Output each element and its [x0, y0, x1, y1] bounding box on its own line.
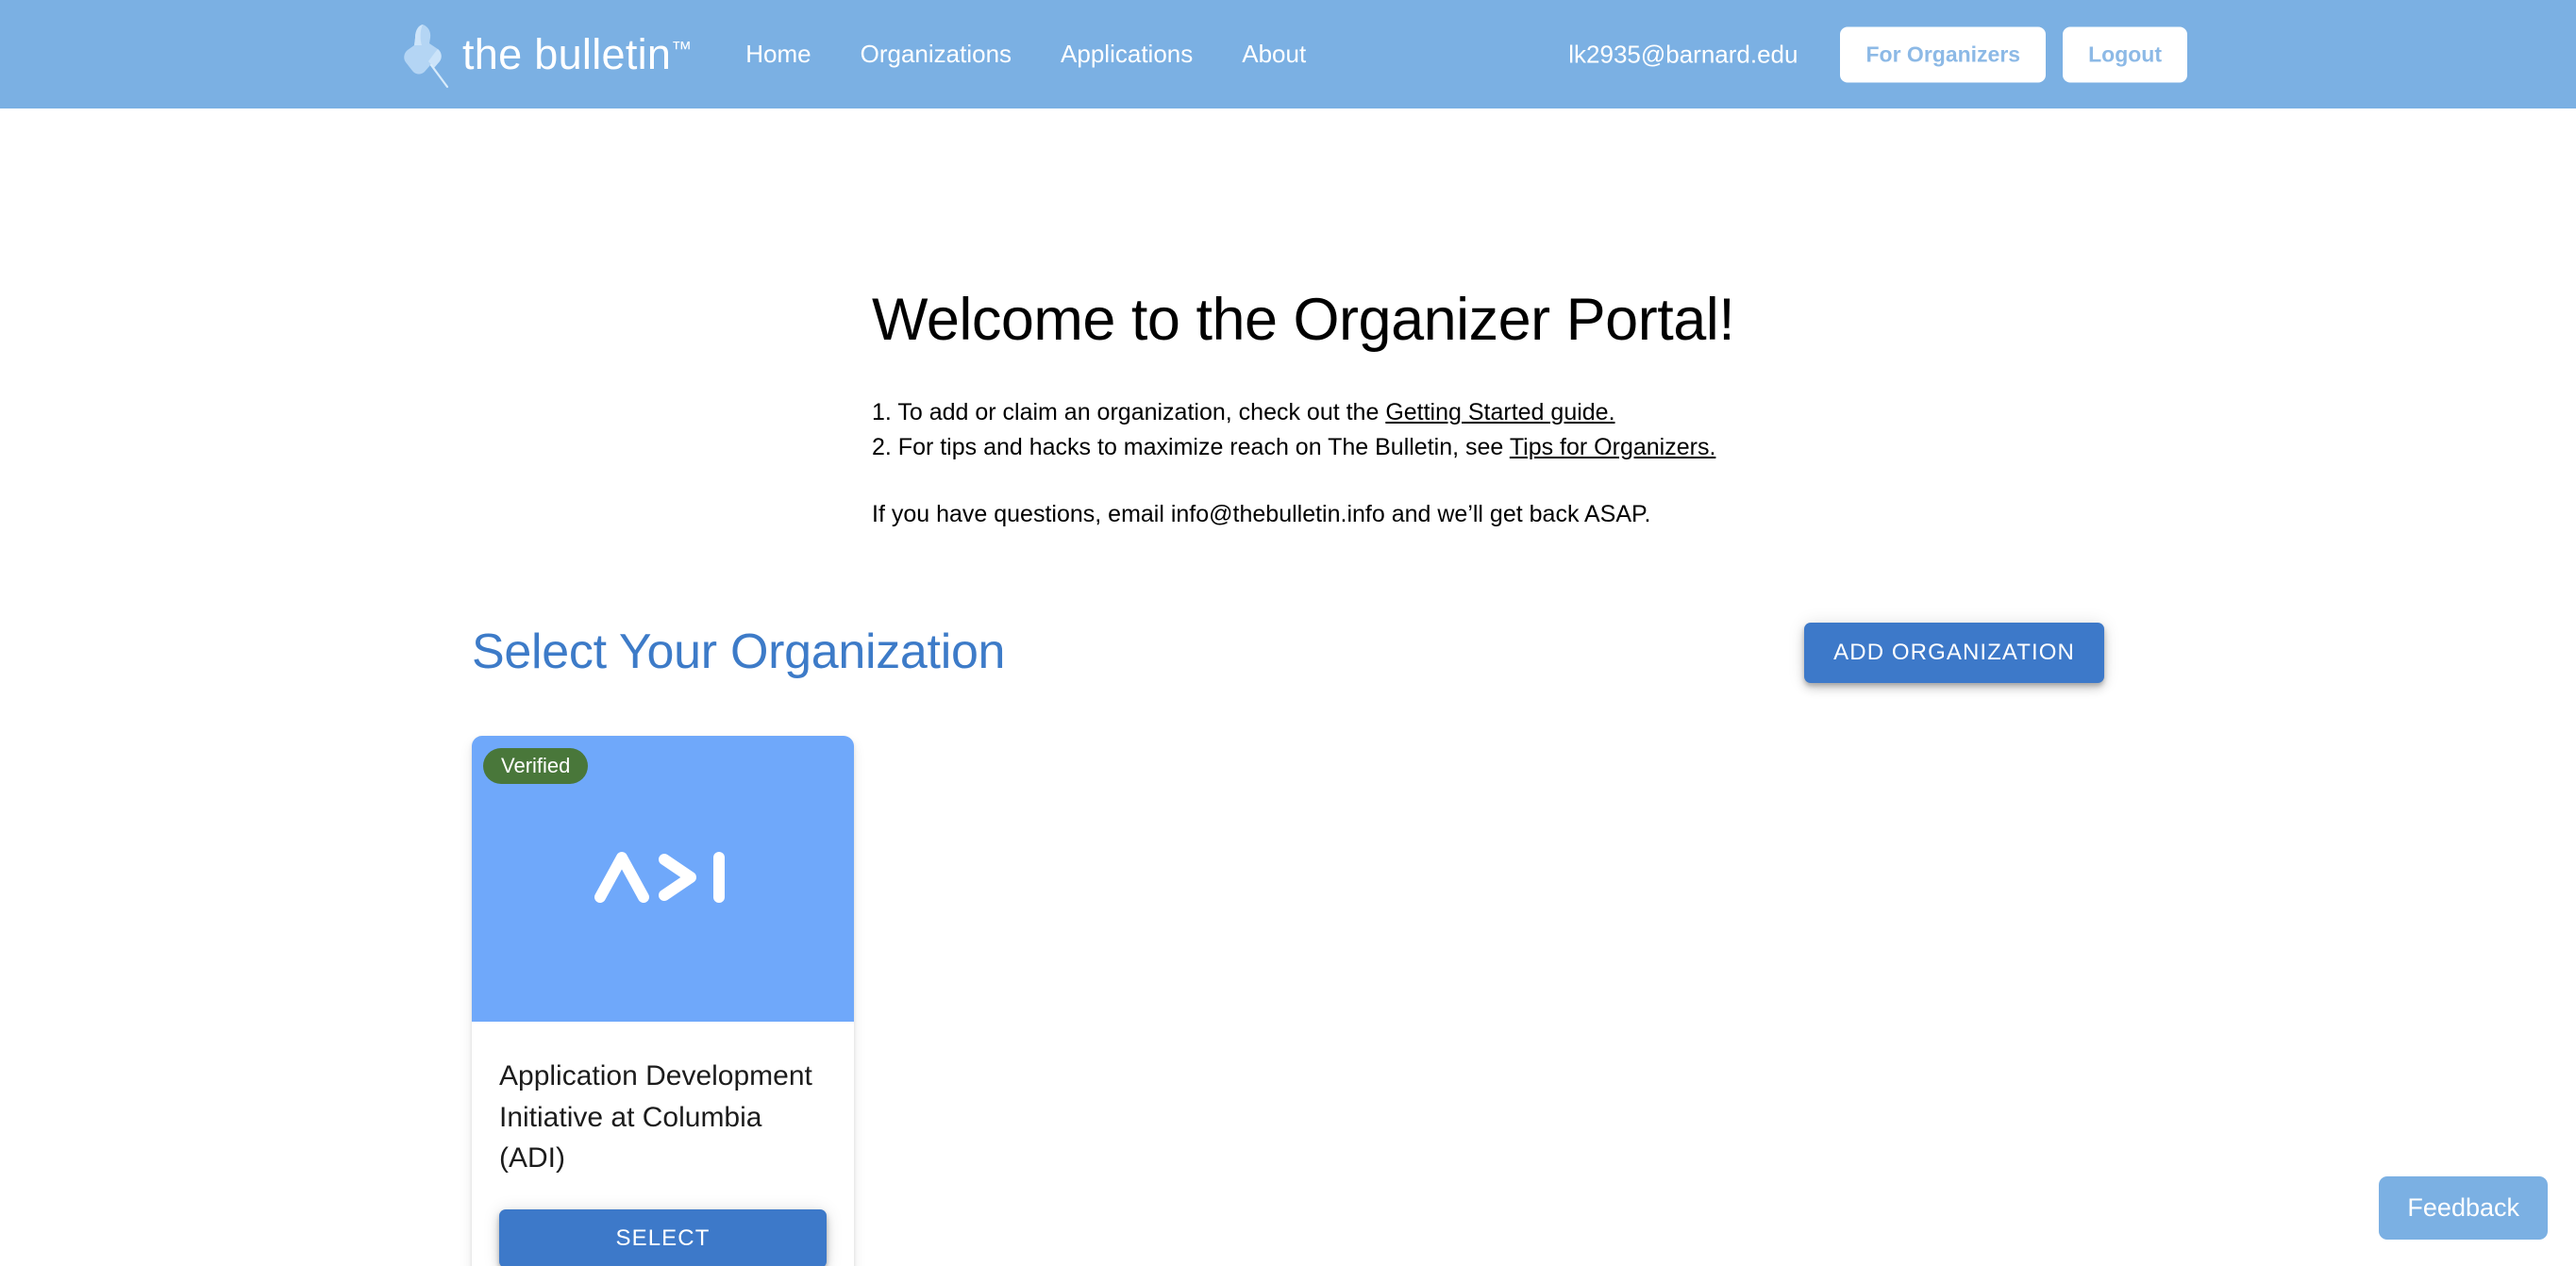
organization-card-body: Application Development Initiative at Co…: [472, 1022, 854, 1266]
feedback-button[interactable]: Feedback: [2379, 1176, 2548, 1240]
tips-for-organizers-link[interactable]: Tips for Organizers.: [1510, 434, 1716, 460]
contact-note: If you have questions, email info@thebul…: [872, 500, 1651, 527]
getting-started-guide-link[interactable]: Getting Started guide.: [1385, 399, 1614, 425]
nav-item-home[interactable]: Home: [745, 34, 811, 75]
instruction-item-1: 1. To add or claim an organization, chec…: [872, 395, 2099, 429]
logout-button[interactable]: Logout: [2063, 26, 2187, 82]
organization-card-grid: Verified Application Development Initiat…: [472, 736, 854, 1266]
organizations-section-header: Select Your Organization ADD ORGANIZATIO…: [472, 623, 2104, 683]
organization-name: Application Development Initiative at Co…: [499, 1060, 812, 1174]
add-organization-button[interactable]: ADD ORGANIZATION: [1804, 623, 2104, 683]
adi-logo-icon: [593, 846, 734, 911]
nav-item-about[interactable]: About: [1242, 34, 1306, 75]
nav-item-applications[interactable]: Applications: [1061, 34, 1193, 75]
instruction-item-2: 2. For tips and hacks to maximize reach …: [872, 430, 2099, 464]
select-organization-heading: Select Your Organization: [472, 625, 1006, 680]
status-badge-verified: Verified: [483, 748, 589, 784]
for-organizers-button[interactable]: For Organizers: [1840, 26, 2047, 82]
select-organization-button[interactable]: SELECT: [499, 1208, 827, 1266]
organization-card[interactable]: Verified Application Development Initiat…: [472, 736, 854, 1266]
navbar-right-cluster: lk2935@barnard.edu For Organizers Logout: [1568, 26, 2187, 82]
nav-item-organizations[interactable]: Organizations: [861, 34, 1012, 75]
trademark-symbol: ™: [671, 37, 693, 60]
page-content: Welcome to the Organizer Portal! 1. To a…: [0, 108, 2576, 1266]
user-email-label: lk2935@barnard.edu: [1568, 40, 1798, 68]
pushpin-icon: [394, 21, 453, 89]
intro-block: Welcome to the Organizer Portal! 1. To a…: [872, 287, 2099, 531]
instruction-1-text: 1. To add or claim an organization, chec…: [872, 399, 1386, 426]
primary-nav: Home Organizations Applications About: [745, 34, 1306, 75]
brand-logo-link[interactable]: the bulletin™: [394, 21, 692, 89]
intro-spacer: [872, 464, 2099, 497]
page-title: Welcome to the Organizer Portal!: [872, 287, 1735, 353]
brand-name: the bulletin™: [462, 30, 693, 78]
top-navbar: the bulletin™ Home Organizations Applica…: [0, 0, 2576, 108]
instruction-2-text: 2. For tips and hacks to maximize reach …: [872, 433, 1510, 460]
organization-card-media: Verified: [472, 736, 854, 1022]
